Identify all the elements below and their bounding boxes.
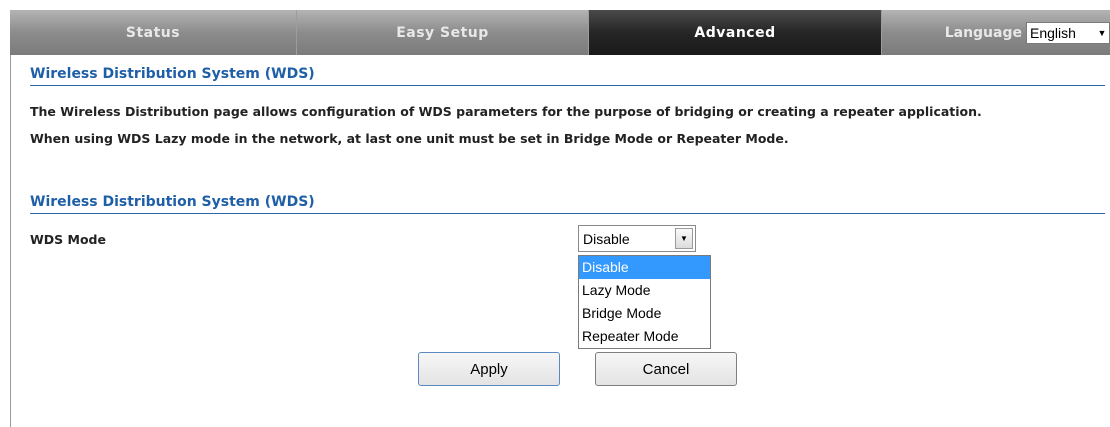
wds-mode-value: Disable bbox=[583, 230, 630, 247]
option-repeater-mode[interactable]: Repeater Mode bbox=[579, 325, 710, 348]
apply-button[interactable]: Apply bbox=[418, 352, 560, 386]
dropdown-arrow-icon[interactable]: ▼ bbox=[675, 228, 693, 249]
wds-mode-label: WDS Mode bbox=[30, 232, 106, 247]
option-lazy-mode[interactable]: Lazy Mode bbox=[579, 279, 710, 302]
language-select[interactable]: English ▼ bbox=[1026, 21, 1110, 44]
language-label: Language bbox=[944, 24, 1022, 41]
description-line-2: When using WDS Lazy mode in the network,… bbox=[30, 131, 789, 146]
wds-mode-dropdown-list: Disable Lazy Mode Bridge Mode Repeater M… bbox=[578, 255, 711, 349]
wds-mode-select[interactable]: Disable ▼ bbox=[578, 225, 696, 252]
section-title-wds-settings: Wireless Distribution System (WDS) bbox=[30, 194, 1105, 214]
top-navigation: Status Easy Setup Advanced Language Engl… bbox=[10, 10, 1110, 55]
tab-advanced[interactable]: Advanced bbox=[589, 10, 882, 55]
section-title-wds: Wireless Distribution System (WDS) bbox=[30, 66, 1105, 86]
language-area: Language English ▼ bbox=[882, 10, 1110, 55]
tab-status[interactable]: Status bbox=[10, 10, 297, 55]
cancel-button[interactable]: Cancel bbox=[595, 352, 737, 386]
option-disable[interactable]: Disable bbox=[579, 256, 710, 279]
option-bridge-mode[interactable]: Bridge Mode bbox=[579, 302, 710, 325]
language-value: English bbox=[1030, 24, 1076, 41]
description-line-1: The Wireless Distribution page allows co… bbox=[30, 104, 982, 119]
chevron-down-icon: ▼ bbox=[1097, 27, 1107, 38]
tab-easy-setup[interactable]: Easy Setup bbox=[297, 10, 589, 55]
